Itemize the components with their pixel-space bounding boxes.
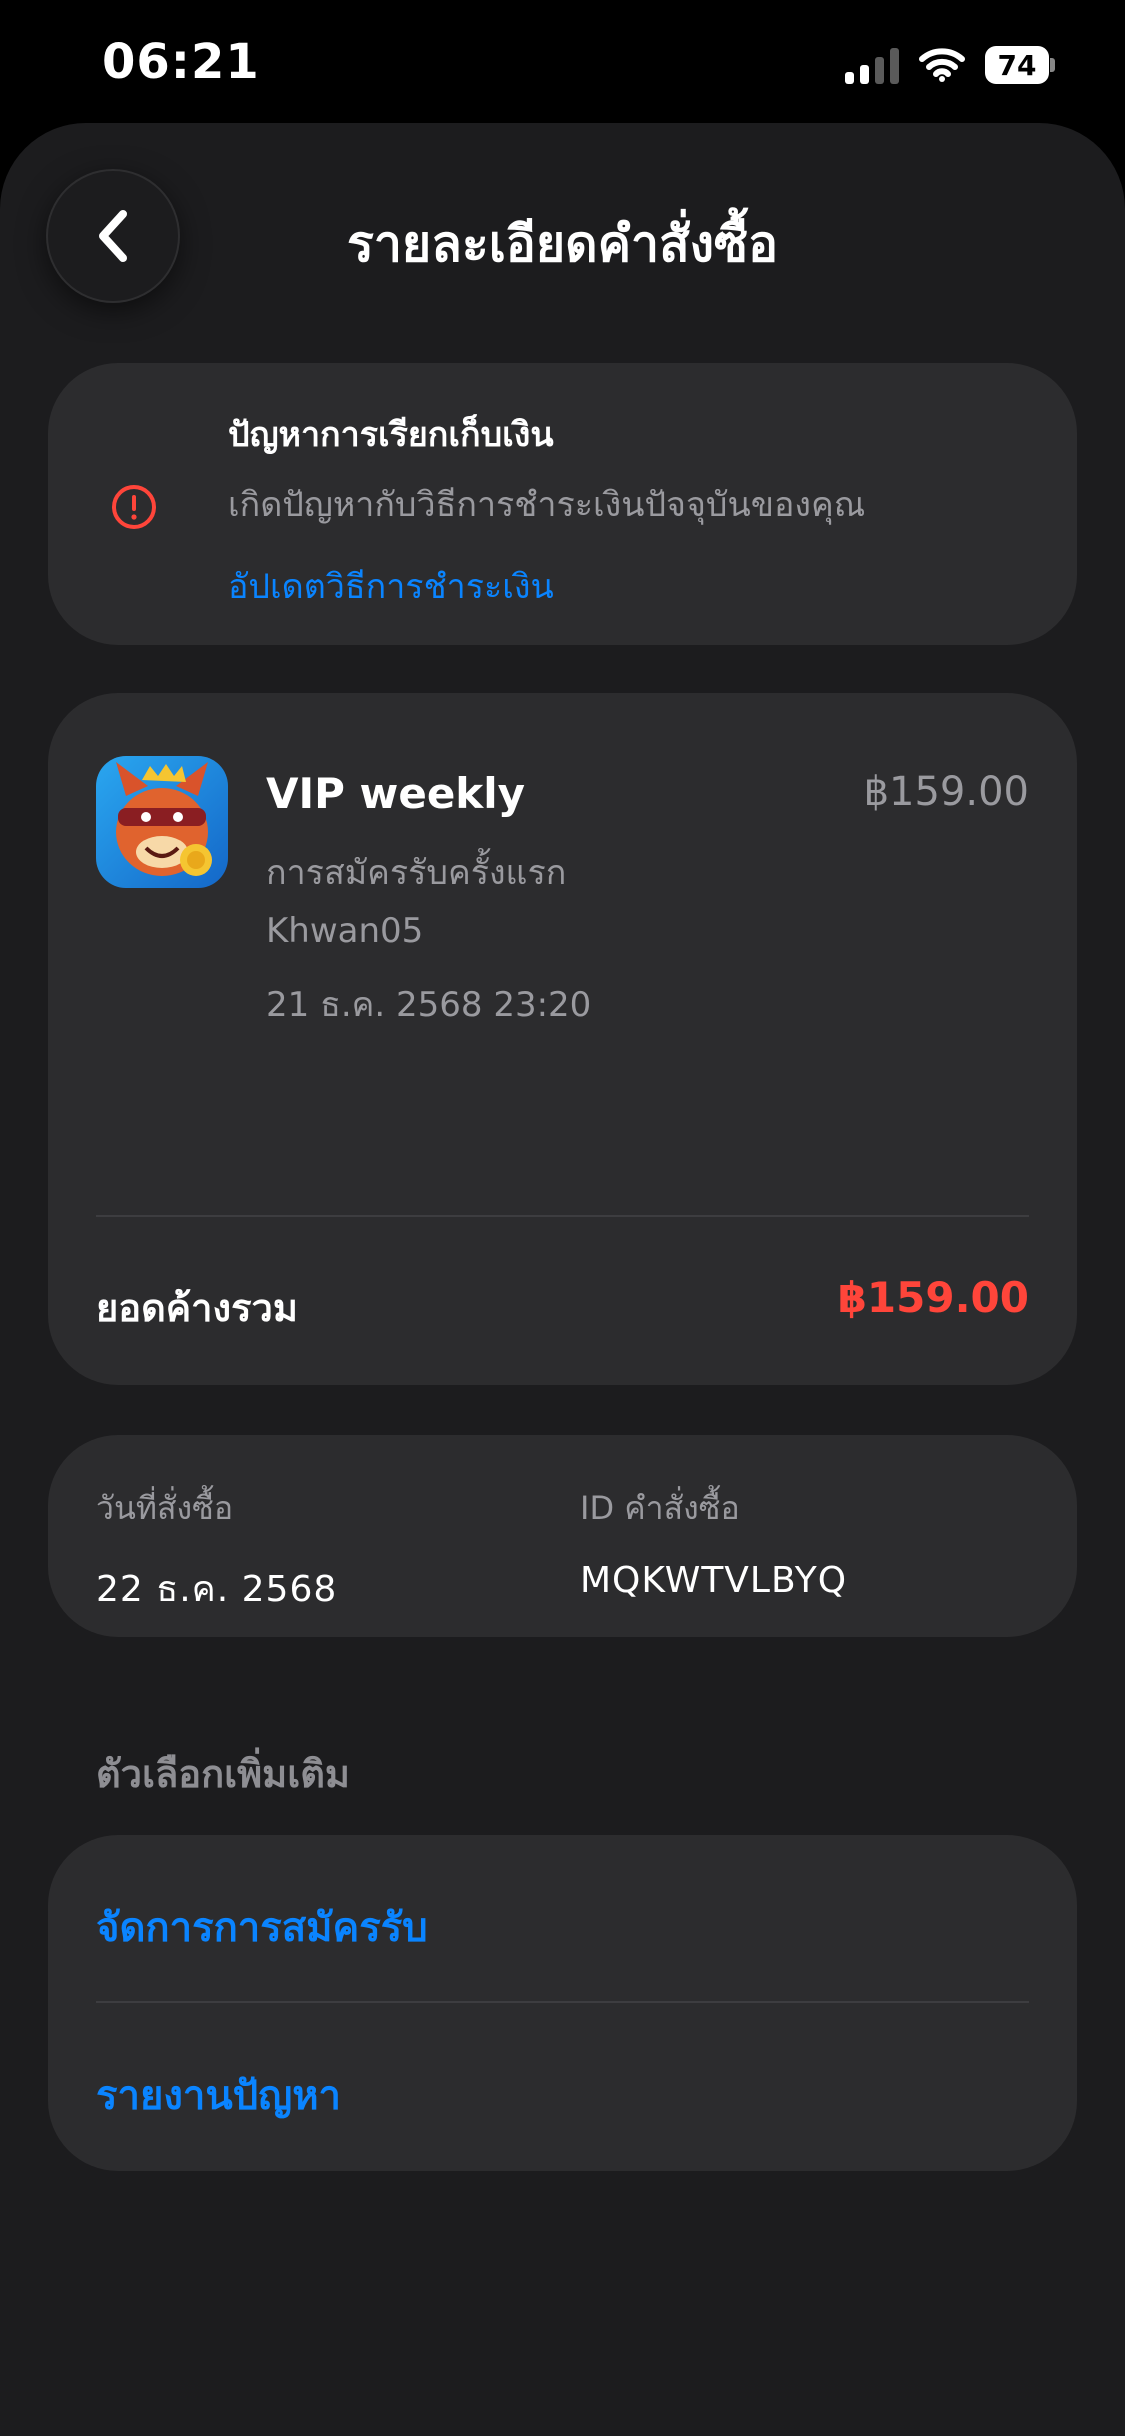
report-problem-button[interactable]: รายงานปัญหา	[96, 2063, 341, 2127]
purchase-datetime: 21 ธ.ค. 2568 23:20	[266, 985, 592, 1025]
order-date-value: 22 ธ.ค. 2568	[96, 1569, 338, 1610]
status-time: 06:21	[102, 34, 260, 90]
order-date-group: วันที่สั่งซื้อ 22 ธ.ค. 2568	[96, 1483, 337, 1617]
order-id-value: MQKWTVLBYQ	[580, 1560, 848, 1601]
order-summary-card: VIP weekly ฿159.00 การสมัครรับครั้งแรก K…	[48, 693, 1077, 1385]
product-price: ฿159.00	[863, 769, 1029, 815]
app-icon	[96, 756, 228, 888]
more-options-card: จัดการการสมัครรับ รายงานปัญหา	[48, 1835, 1077, 2171]
status-icons: 74	[845, 40, 1055, 90]
more-options-header: ตัวเลือกเพิ่มเติม	[96, 1752, 350, 1796]
divider	[96, 1215, 1029, 1217]
page-title: รายละเอียดคำสั่งซื้อ	[346, 215, 779, 273]
battery-level: 74	[985, 46, 1049, 84]
cellular-signal-icon	[845, 46, 899, 84]
order-info-card: วันที่สั่งซื้อ 22 ธ.ค. 2568 ID คำสั่งซื้…	[48, 1435, 1077, 1637]
divider	[96, 2001, 1029, 2003]
total-due-label: ยอดค้างรวม	[96, 1286, 298, 1330]
billing-issue-description: เกิดปัญหากับวิธีการชำระเงินปัจจุบันของคุ…	[228, 485, 866, 525]
exclamation-circle-icon	[112, 485, 156, 529]
total-due-value: ฿159.00	[837, 1273, 1029, 1322]
order-details-sheet: รายละเอียดคำสั่งซื้อ ปัญหาการเรียกเก็บเง…	[0, 123, 1125, 2436]
account-name: Khwan05	[266, 911, 424, 951]
billing-issue-card: ปัญหาการเรียกเก็บเงิน เกิดปัญหากับวิธีกา…	[48, 363, 1077, 645]
battery-icon: 74	[985, 46, 1055, 84]
product-name: VIP weekly	[266, 769, 526, 818]
update-payment-method-link[interactable]: อัปเดตวิธีการชำระเงิน	[228, 559, 554, 613]
subscription-type: การสมัครรับครั้งแรก	[266, 853, 567, 893]
status-bar: 06:21 74	[0, 0, 1125, 125]
order-id-label: ID คำสั่งซื้อ	[580, 1489, 740, 1527]
order-id-group: ID คำสั่งซื้อ MQKWTVLBYQ	[580, 1483, 847, 1601]
billing-issue-title: ปัญหาการเรียกเก็บเงิน	[228, 415, 554, 455]
wifi-icon	[919, 48, 965, 82]
order-date-label: วันที่สั่งซื้อ	[96, 1489, 234, 1527]
manage-subscription-button[interactable]: จัดการการสมัครรับ	[96, 1895, 428, 1959]
